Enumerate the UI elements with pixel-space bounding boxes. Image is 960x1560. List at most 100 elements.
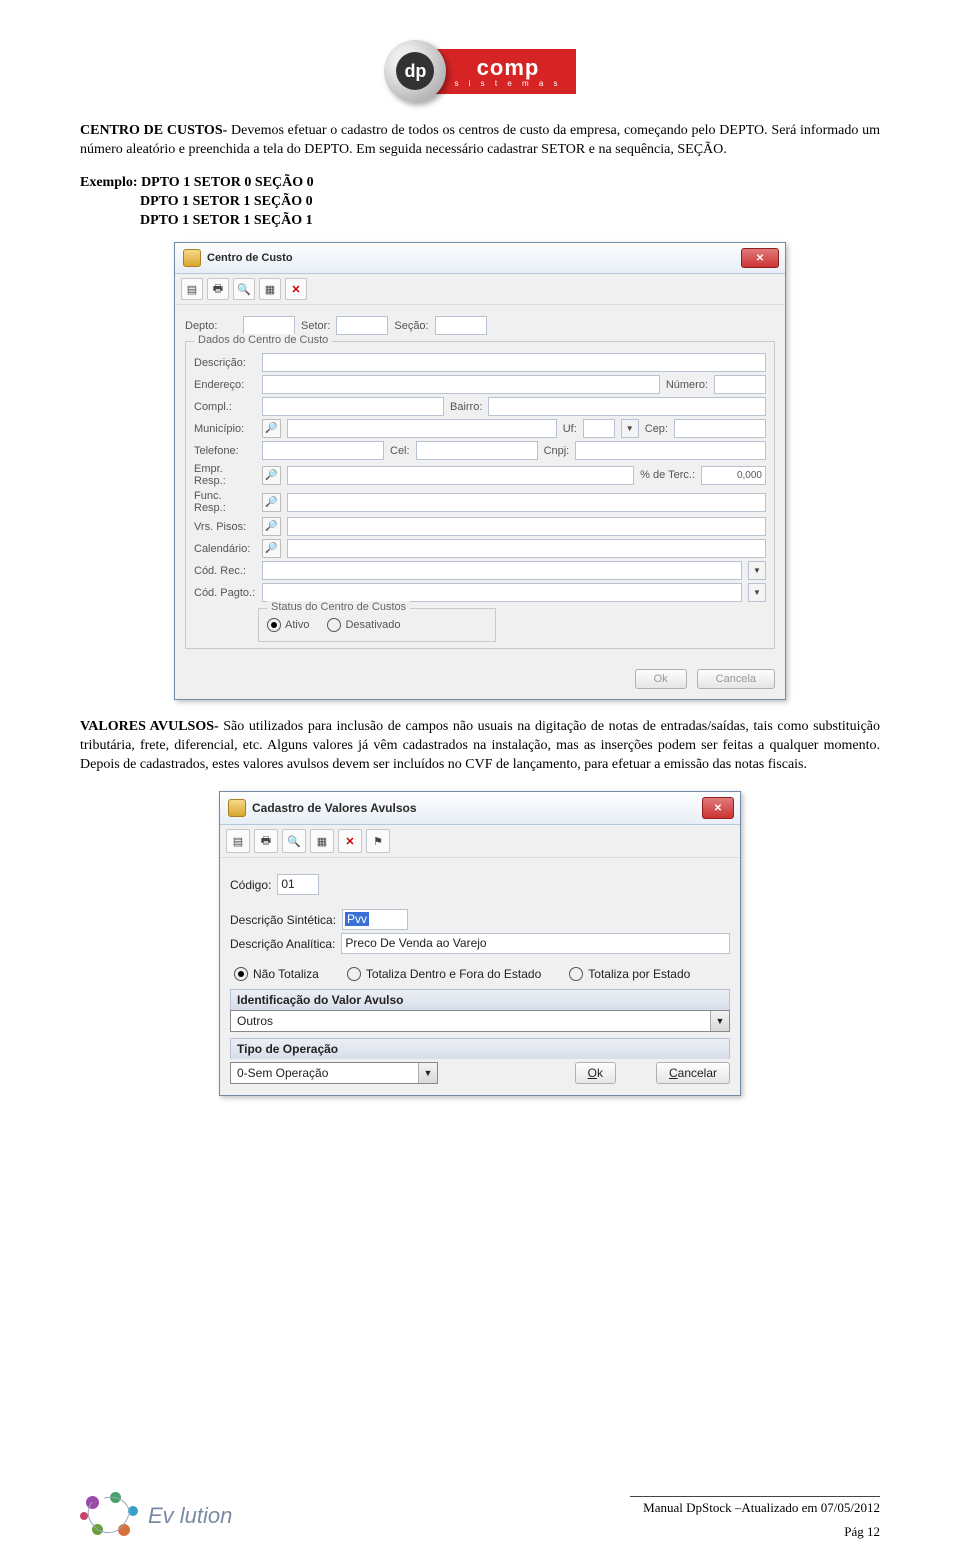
cancelar-button-d2[interactable]: Cancelar (656, 1062, 730, 1084)
lbl-desativado: Desativado (345, 619, 400, 631)
evolution-swirl-icon (80, 1492, 144, 1540)
fld-codpagto[interactable] (262, 583, 742, 602)
radio-totaliza-estado[interactable] (569, 967, 583, 981)
evolution-logo: Ev lution (80, 1492, 232, 1540)
lbl-setor: Setor: (301, 320, 330, 332)
window-icon (183, 249, 201, 267)
footer-text-block: Manual DpStock –Atualizado em 07/05/2012… (630, 1496, 880, 1540)
fld-func[interactable] (287, 493, 766, 512)
tool-print-icon-d2[interactable]: 🖶 (254, 829, 278, 853)
group-legend: Dados do Centro de Custo (194, 334, 332, 346)
fld-calendario[interactable] (287, 539, 766, 558)
lookup-municipio-icon[interactable]: 🔎 (262, 419, 281, 438)
chevron-down-icon-2: ▼ (418, 1063, 437, 1083)
lbl-r2: Totaliza Dentro e Fora do Estado (366, 967, 541, 981)
lbl-endereco: Endereço: (194, 379, 256, 391)
logo-sistemas-text: s i s t e m a s (454, 79, 561, 88)
footer-manual: Manual DpStock –Atualizado em 07/05/2012 (630, 1500, 880, 1516)
fld-depto[interactable] (243, 316, 295, 335)
tool-new-icon[interactable]: ▤ (181, 278, 203, 300)
chevron-down-icon: ▼ (710, 1011, 729, 1031)
radio-totaliza-dentro-fora[interactable] (347, 967, 361, 981)
ex-line1: DPTO 1 SETOR 0 SEÇÃO 0 (141, 175, 314, 190)
close-icon-d2[interactable]: ✕ (702, 797, 734, 819)
fld-codrec[interactable] (262, 561, 742, 580)
lookup-calendario-icon[interactable]: 🔎 (262, 539, 281, 558)
logo-dp-text: dp (396, 52, 434, 90)
fld-descricao[interactable] (262, 353, 766, 372)
fld-setor[interactable] (336, 316, 388, 335)
fld-endereco[interactable] (262, 375, 660, 394)
tool-delete-icon-d2[interactable]: ✕ (338, 829, 362, 853)
lbl-vrs: Vrs. Pisos: (194, 521, 256, 533)
tool-delete-icon[interactable]: ✕ (285, 278, 307, 300)
fld-secao[interactable] (435, 316, 487, 335)
lbl-telefone: Telefone: (194, 445, 256, 457)
fld-empr[interactable] (287, 466, 634, 485)
lbl-cep: Cep: (645, 423, 668, 435)
paragraph-centro-custos: CENTRO DE CUSTOS- Devemos efetuar o cada… (80, 122, 880, 160)
lookup-vrs-icon[interactable]: 🔎 (262, 517, 281, 536)
tool-print-icon[interactable]: 🖶 (207, 278, 229, 300)
dialog-centro-de-custo: Centro de Custo ✕ ▤ 🖶 🔍 ▦ ✕ Depto: Setor… (174, 242, 786, 700)
combo-identificacao[interactable]: Outros▼ (230, 1010, 730, 1032)
ex-line3: DPTO 1 SETOR 1 SEÇÃO 1 (140, 212, 880, 231)
combo-tipo-value: 0-Sem Operação (237, 1066, 328, 1080)
codpagto-dropdown-icon[interactable]: ▼ (748, 583, 766, 602)
evolution-text: Ev lution (148, 1503, 232, 1529)
ok-button-d2[interactable]: Ok (575, 1062, 616, 1084)
codrec-dropdown-icon[interactable]: ▼ (748, 561, 766, 580)
fld-cnpj[interactable] (575, 441, 766, 460)
tool-flag-icon-d2[interactable]: ⚑ (366, 829, 390, 853)
lbl-codpagto: Cód. Pagto.: (194, 587, 256, 599)
tool-search-icon[interactable]: 🔍 (233, 278, 255, 300)
fld-cel[interactable] (416, 441, 538, 460)
close-icon[interactable]: ✕ (741, 248, 779, 268)
radio-nao-totaliza[interactable] (234, 967, 248, 981)
window-title-d2: Cadastro de Valores Avulsos (252, 801, 417, 815)
section-identificacao: Identificação do Valor Avulso (230, 989, 730, 1010)
lbl-desc-sintetica: Descrição Sintética: (230, 913, 336, 927)
fld-desc-analitica[interactable]: Preco De Venda ao Varejo (341, 933, 730, 954)
fld-codigo[interactable]: 01 (277, 874, 319, 895)
group-status: Status do Centro de Custos Ativo Desativ… (258, 608, 496, 642)
fld-vrs[interactable] (287, 517, 766, 536)
cancelar-suffix: ancelar (678, 1066, 717, 1080)
fld-municipio[interactable] (287, 419, 557, 438)
fld-desc-sintetica[interactable]: Pvv (342, 909, 408, 930)
window-icon-d2 (228, 799, 246, 817)
cancela-button[interactable]: Cancela (697, 669, 775, 689)
fld-uf[interactable] (583, 419, 615, 438)
lbl-secao: Seção: (394, 320, 428, 332)
fld-bairro[interactable] (488, 397, 766, 416)
titlebar[interactable]: Centro de Custo ✕ (175, 243, 785, 274)
ok-button[interactable]: Ok (635, 669, 687, 689)
header-logo: dp comp s i s t e m a s (80, 40, 880, 102)
fld-numero[interactable] (714, 375, 766, 394)
status-legend: Status do Centro de Custos (267, 601, 410, 613)
lbl-uf: Uf: (563, 423, 577, 435)
fld-cep[interactable] (674, 419, 766, 438)
exemplo-label: Exemplo: (80, 175, 141, 190)
swirl-lines-icon (80, 1492, 144, 1540)
radio-desativado[interactable] (327, 618, 341, 632)
section-tipo-operacao: Tipo de Operação (230, 1038, 730, 1059)
tool-search-icon-d2[interactable]: 🔍 (282, 829, 306, 853)
uf-dropdown-icon[interactable]: ▼ (621, 419, 639, 438)
combo-tipo-operacao[interactable]: 0-Sem Operação ▼ (230, 1062, 438, 1084)
tool-grid-icon[interactable]: ▦ (259, 278, 281, 300)
titlebar-d2[interactable]: Cadastro de Valores Avulsos ✕ (220, 792, 740, 825)
lookup-empr-icon[interactable]: 🔎 (262, 466, 281, 485)
ex-line2: DPTO 1 SETOR 1 SEÇÃO 0 (140, 193, 880, 212)
fld-telefone[interactable] (262, 441, 384, 460)
fld-pcterc[interactable]: 0,000 (701, 466, 766, 485)
fld-compl[interactable] (262, 397, 444, 416)
lbl-desc-analitica: Descrição Analítica: (230, 937, 335, 951)
lookup-func-icon[interactable]: 🔎 (262, 493, 281, 512)
exemplo-block: Exemplo: DPTO 1 SETOR 0 SEÇÃO 0 DPTO 1 S… (80, 174, 880, 231)
lbl-pcterc: % de Terc.: (640, 469, 695, 481)
lbl-numero: Número: (666, 379, 708, 391)
tool-new-icon-d2[interactable]: ▤ (226, 829, 250, 853)
tool-grid-icon-d2[interactable]: ▦ (310, 829, 334, 853)
radio-ativo[interactable] (267, 618, 281, 632)
